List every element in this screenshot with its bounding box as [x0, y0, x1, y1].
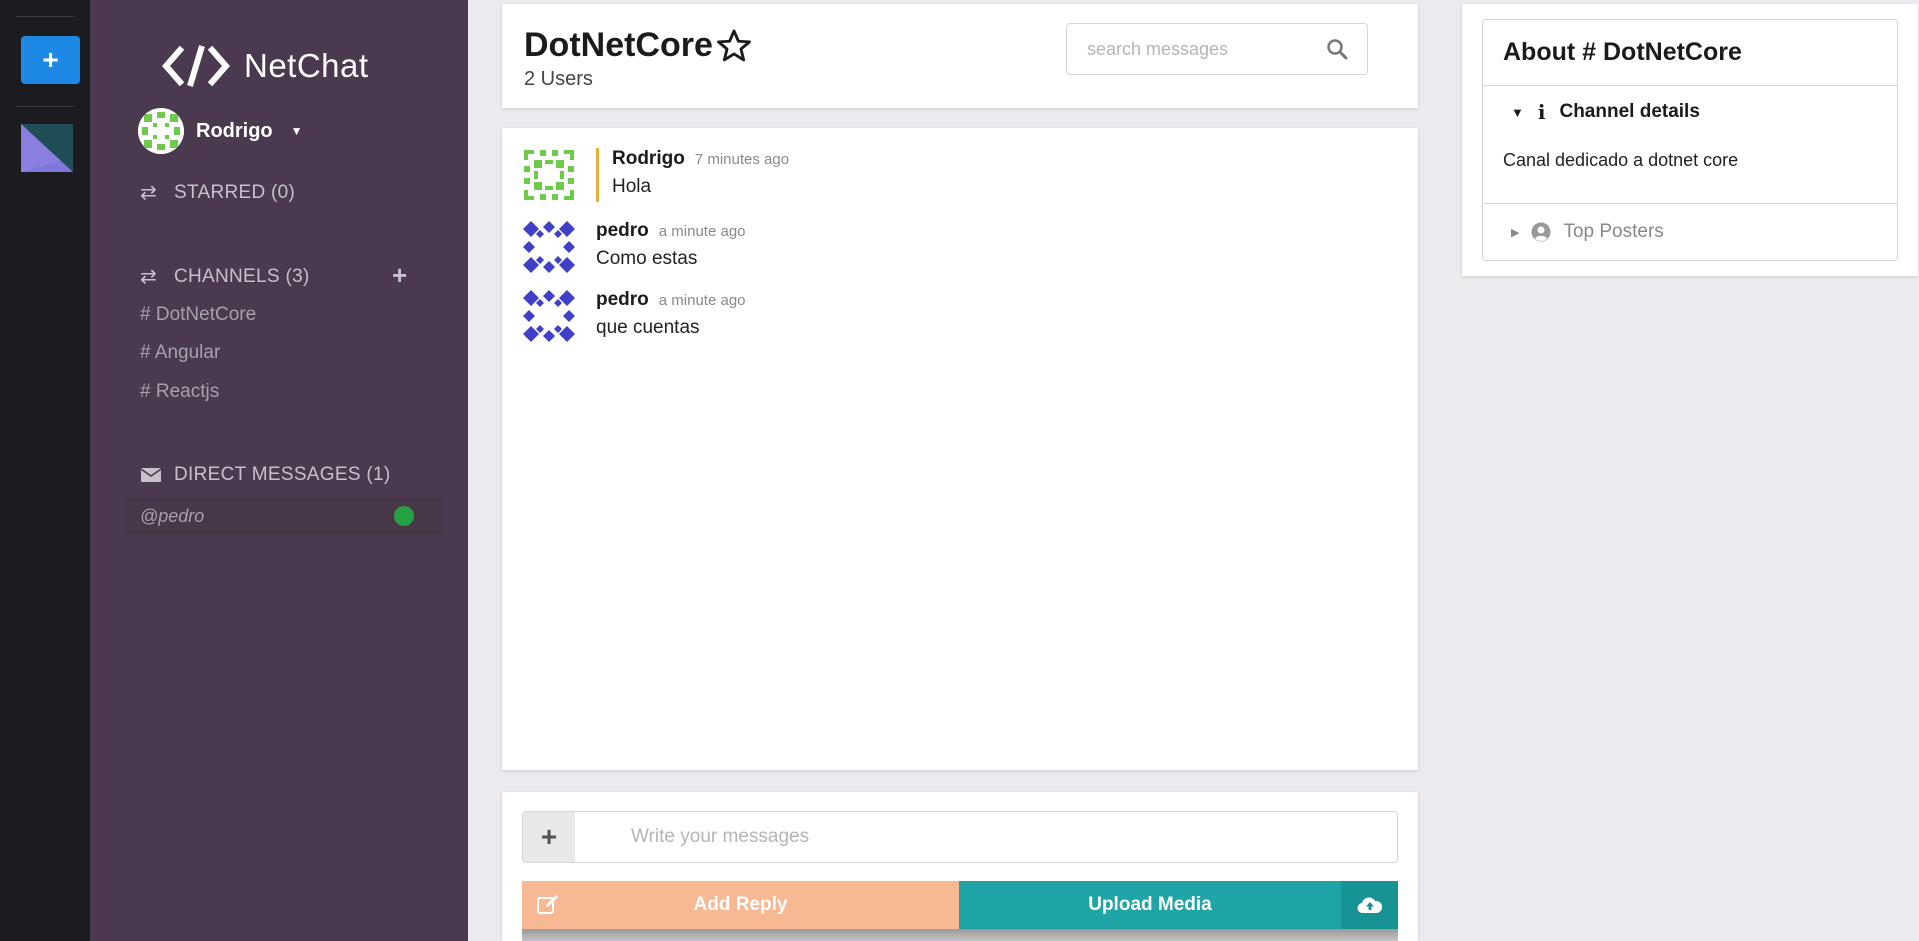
channel-details-toggle[interactable]: ▼ i Channel details	[1511, 100, 1700, 124]
message-header: pedro a minute ago	[596, 289, 746, 311]
message-author: Rodrigo	[612, 148, 685, 169]
message-time: a minute ago	[658, 223, 746, 240]
about-title: About # DotNetCore	[1483, 20, 1897, 86]
rail-divider	[16, 106, 74, 107]
message-item: pedro a minute ago Como estas	[522, 220, 746, 274]
channel-details-section: ▼ i Channel details Canal dedicado a dot…	[1483, 86, 1897, 204]
exchange-icon: ⇄	[140, 182, 158, 204]
message-author: pedro	[596, 220, 649, 241]
message-composer: + Add Reply Upload Media	[502, 792, 1418, 941]
caret-down-icon: ▼	[1511, 104, 1524, 120]
caret-right-icon: ▶	[1511, 226, 1520, 239]
message-item: Rodrigo 7 minutes ago Hola	[522, 148, 789, 202]
caret-down-icon: ▼	[290, 124, 303, 138]
sidebar: NetChat Rodrigo ▼ ⇄ STARRED (0) ⇄ CHANNE…	[90, 0, 468, 941]
rail-divider	[16, 16, 74, 17]
dm-name: @pedro	[140, 505, 205, 526]
message-author: pedro	[596, 289, 649, 310]
search-box	[1066, 23, 1368, 75]
message-text: que cuentas	[596, 317, 700, 338]
add-team-button[interactable]: +	[21, 36, 80, 84]
top-posters-label: Top Posters	[1563, 221, 1664, 242]
message-header: Rodrigo 7 minutes ago	[612, 148, 789, 170]
code-icon	[162, 45, 230, 87]
envelope-icon	[140, 468, 162, 482]
channel-name: DotNetCore	[524, 26, 713, 64]
add-reply-label: Add Reply	[693, 894, 788, 915]
channel-details-label: Channel details	[1559, 101, 1700, 122]
direct-messages-section: DIRECT MESSAGES (1)	[140, 464, 391, 486]
message-text: Hola	[612, 176, 652, 197]
info-icon: i	[1537, 100, 1546, 124]
channels-label: CHANNELS (3)	[174, 265, 310, 287]
composer-actions: Add Reply Upload Media	[522, 881, 1398, 929]
message-body: pedro a minute ago que cuentas	[596, 289, 746, 343]
about-panel: About # DotNetCore ▼ i Channel details C…	[1462, 4, 1918, 276]
message-input-group: +	[522, 811, 1398, 863]
message-time: 7 minutes ago	[694, 151, 790, 168]
cloud-upload-icon	[1356, 897, 1382, 914]
add-attachment-button[interactable]: +	[523, 812, 575, 862]
message-header: pedro a minute ago	[596, 220, 746, 242]
add-channel-button[interactable]: +	[392, 262, 407, 288]
upload-media-button[interactable]: Upload Media	[959, 881, 1341, 929]
upload-media-label: Upload Media	[1088, 894, 1212, 915]
message-list: Rodrigo 7 minutes ago Hola pedro a minut…	[502, 128, 1418, 770]
direct-messages-label: DIRECT MESSAGES (1)	[174, 464, 391, 485]
channel-item-angular[interactable]: # Angular	[140, 342, 220, 364]
user-circle-icon	[1531, 222, 1551, 242]
app-name: NetChat	[244, 47, 369, 84]
message-body: pedro a minute ago Como estas	[596, 220, 746, 274]
team-rail: +	[0, 0, 90, 941]
channels-section: ⇄ CHANNELS (3)	[140, 264, 310, 289]
user-count: 2 Users	[524, 68, 593, 90]
user-avatar	[138, 108, 184, 154]
avatar	[522, 148, 576, 202]
online-status-dot	[394, 506, 414, 526]
message-body: Rodrigo 7 minutes ago Hola	[596, 148, 789, 202]
search-input[interactable]	[1067, 24, 1325, 74]
edit-icon	[537, 895, 558, 914]
channel-header: DotNetCore 2 Users	[502, 4, 1418, 108]
channel-item-reactjs[interactable]: # Reactjs	[140, 381, 219, 403]
message-time: a minute ago	[658, 292, 746, 309]
user-name: Rodrigo	[196, 119, 273, 142]
starred-section: ⇄ STARRED (0)	[140, 180, 295, 205]
user-menu[interactable]: Rodrigo ▼	[138, 108, 303, 154]
avatar	[522, 220, 576, 274]
add-reply-button[interactable]: Add Reply	[522, 881, 959, 929]
plus-icon: +	[42, 44, 59, 75]
star-outline-icon[interactable]	[715, 27, 753, 65]
progress-strip	[522, 929, 1398, 941]
message-text: Como estas	[596, 248, 698, 269]
dm-item-pedro[interactable]: @pedro	[126, 497, 442, 535]
upload-media-icon-button[interactable]	[1341, 881, 1398, 929]
message-item: pedro a minute ago que cuentas	[522, 289, 746, 343]
top-posters-toggle[interactable]: ▶ Top Posters	[1483, 204, 1897, 260]
team-avatar[interactable]	[21, 124, 73, 172]
avatar	[522, 289, 576, 343]
about-accordion: About # DotNetCore ▼ i Channel details C…	[1482, 19, 1898, 261]
channel-title: DotNetCore	[524, 26, 753, 65]
channel-description: Canal dedicado a dotnet core	[1503, 150, 1739, 170]
exchange-icon: ⇄	[140, 266, 158, 288]
channel-item-dotnetcore[interactable]: # DotNetCore	[140, 304, 256, 326]
message-input[interactable]	[575, 812, 1397, 862]
starred-label: STARRED (0)	[174, 181, 296, 203]
brand: NetChat	[162, 44, 369, 88]
search-icon[interactable]	[1325, 37, 1349, 61]
